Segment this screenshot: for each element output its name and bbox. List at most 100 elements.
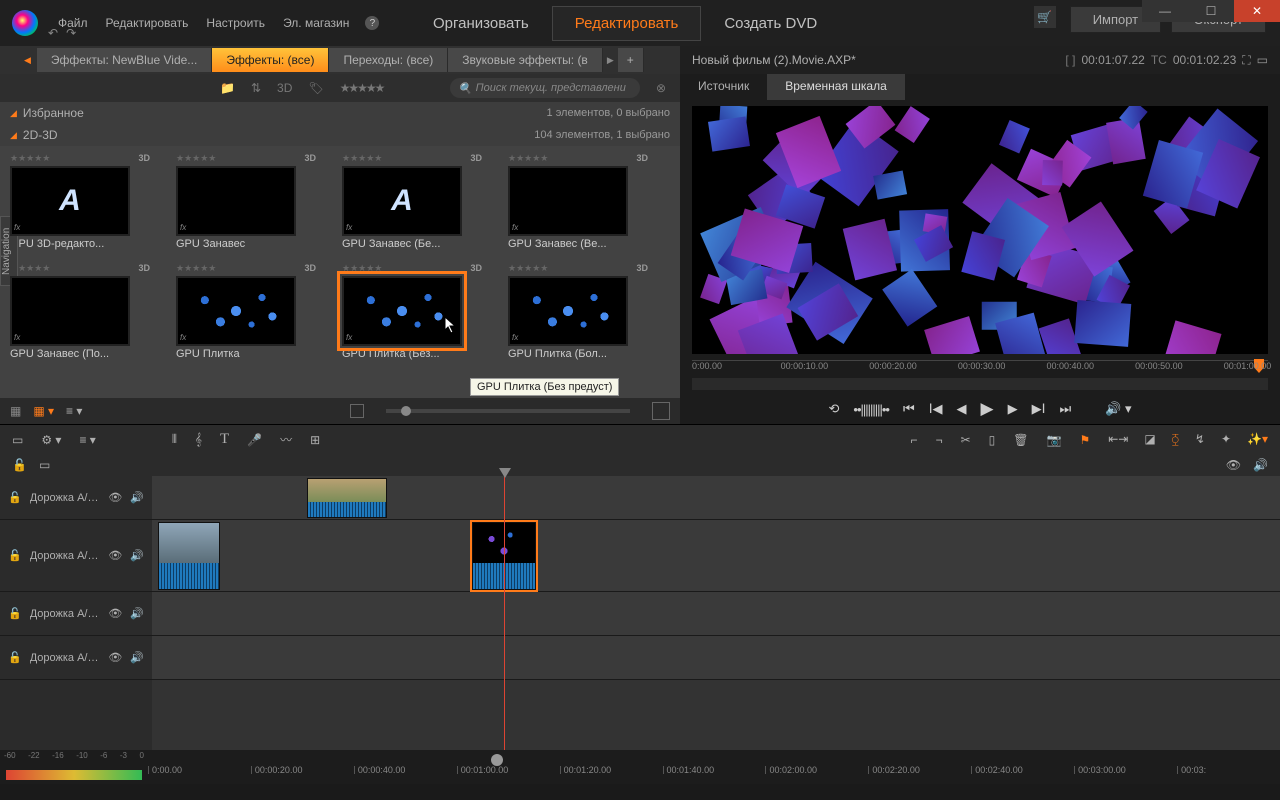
tab-nav-left[interactable]: ◀ <box>24 55 31 66</box>
prev-frame-icon[interactable]: Ⅰ◀ <box>929 401 943 417</box>
lib-tab-sfx[interactable]: Звуковые эффекты: (в <box>448 48 603 72</box>
lock-icon[interactable]: 🔓 <box>8 607 22 620</box>
eye-all-icon[interactable]: 👁 <box>1226 458 1241 472</box>
magnet-icon[interactable]: ⧲ <box>1172 432 1179 447</box>
fullscreen-icon[interactable]: ▭ <box>1257 53 1268 67</box>
preview-ruler[interactable]: 0:00.0000:00:10.0000:00:20.0000:00:30.00… <box>692 360 1268 378</box>
3d-toggle-icon[interactable]: 3D <box>277 81 292 95</box>
tab-nav-right[interactable]: ▶ <box>607 55 614 66</box>
play-icon[interactable]: ▶ <box>981 399 994 419</box>
lock-icon[interactable]: 🔓 <box>8 651 22 664</box>
preview-tab-source[interactable]: Источник <box>680 74 767 100</box>
timeline-ruler[interactable]: 0:00.0000:00:20.0000:00:40.0000:01:00.00… <box>148 750 1280 784</box>
mode-organize[interactable]: Организовать <box>410 6 552 41</box>
next-frame-icon[interactable]: ▶Ⅰ <box>1032 401 1046 417</box>
goto-start-icon[interactable]: ⏮ <box>903 401 915 417</box>
window-close[interactable]: ✕ <box>1234 0 1280 22</box>
eye-icon[interactable]: 👁 <box>108 607 122 620</box>
tl-settings-icon[interactable]: ⚙ ▾ <box>41 433 61 447</box>
slip-icon[interactable]: ◪ <box>1144 432 1155 447</box>
help-icon[interactable]: ? <box>365 16 379 30</box>
effect-thumb[interactable]: ★★★★★3DfxGPU 3D-редакто... <box>10 152 150 250</box>
timeline-track-area[interactable] <box>152 476 1280 750</box>
score-icon[interactable]: 𝄞 <box>195 432 202 447</box>
goto-end-icon[interactable]: ⏭ <box>1059 401 1071 417</box>
track-header-4[interactable]: 🔓 Дорожка A/V ... 👁 🔊 <box>0 636 152 680</box>
clip-track1[interactable] <box>307 478 387 518</box>
track-header-2[interactable]: 🔓 Дорожка A/V ... 👁 🔊 <box>0 520 152 592</box>
mode-edit[interactable]: Редактировать <box>552 6 702 41</box>
delete-icon[interactable]: 🗑 <box>1013 433 1028 447</box>
speaker-icon[interactable]: 🔊 <box>130 607 144 620</box>
effect-thumb[interactable]: ★★★★★3DfxGPU Занавес (По... <box>10 262 150 360</box>
shuttle-icon[interactable]: ••|||||||||•• <box>853 402 889 417</box>
link-icon[interactable]: ↯ <box>1195 432 1205 447</box>
voiceover-icon[interactable]: 🎤 <box>247 433 262 447</box>
track-header-icon[interactable]: ▭ <box>39 458 50 472</box>
lock-icon[interactable]: 🔓 <box>8 549 22 562</box>
menu-edit[interactable]: Редактировать <box>98 16 197 30</box>
window-maximize[interactable]: ☐ <box>1188 0 1234 22</box>
loop-icon[interactable]: ⟲ <box>828 401 839 417</box>
menu-store[interactable]: Эл. магазин <box>275 16 357 30</box>
timeline-playhead[interactable] <box>504 476 505 750</box>
marker-out-icon[interactable]: ¬ <box>936 433 943 447</box>
thumbnail-view-icon[interactable]: ▦ ▾ <box>33 404 54 418</box>
lib-tab-transitions[interactable]: Переходы: (все) <box>329 48 448 72</box>
tool5-icon[interactable]: ✦ <box>1221 432 1231 447</box>
rating-filter-icon[interactable]: ★★★★★ <box>340 81 384 95</box>
expand-icon[interactable]: ⛶ <box>1242 53 1250 68</box>
redo-icon[interactable]: ↷ <box>66 26 76 40</box>
trash-icon[interactable]: ▯ <box>989 433 996 447</box>
preview-viewer[interactable] <box>692 106 1268 354</box>
tag-icon[interactable]: 🏷 <box>308 81 323 95</box>
title-icon[interactable]: T <box>220 431 229 448</box>
ducking-icon[interactable]: 〰 <box>280 431 292 448</box>
effect-thumb[interactable]: ★★★★★3DfxGPU Занавес (Бе... <box>342 152 482 250</box>
trim-icon[interactable]: ⇤⇥ <box>1108 432 1128 447</box>
eye-icon[interactable]: 👁 <box>108 651 122 664</box>
razor-icon[interactable]: ✂ <box>961 433 971 447</box>
zoom-large-icon[interactable] <box>652 402 670 420</box>
effect-thumb[interactable]: ★★★★★3DfxGPU Плитка (Бол... <box>508 262 648 360</box>
storyboard-icon[interactable]: ▭ <box>12 433 23 447</box>
lib-tab-newblue[interactable]: Эффекты: NewBlue Vide... <box>37 48 212 72</box>
step-back-icon[interactable]: ◀ <box>957 401 967 417</box>
list-view-icon[interactable]: ≡ ▾ <box>66 404 82 418</box>
timecode-duration[interactable]: 00:01:02.23 <box>1173 53 1236 67</box>
multicam-icon[interactable]: ⊞ <box>310 433 320 447</box>
tl-view-icon[interactable]: ≡ ▾ <box>79 433 95 447</box>
mixer-icon[interactable]: ⫴ <box>172 432 177 447</box>
speaker-icon[interactable]: 🔊 <box>130 549 144 562</box>
preview-scrubber[interactable] <box>692 378 1268 390</box>
lib-tab-add[interactable]: + <box>618 48 644 72</box>
cart-icon[interactable]: 🛒 <box>1034 6 1056 28</box>
effect-thumb[interactable]: ★★★★★3DfxGPU Занавес <box>176 152 316 250</box>
zoom-slider[interactable] <box>386 409 630 413</box>
speaker-all-icon[interactable]: 🔊 <box>1253 458 1268 472</box>
effect-thumb[interactable]: ★★★★★3DfxGPU Плитка <box>176 262 316 360</box>
preview-tab-timeline[interactable]: Временная шкала <box>767 74 905 100</box>
section-2d3d[interactable]: ◢2D-3D 104 элементов, 1 выбрано <box>0 124 680 146</box>
track-lock-all-icon[interactable]: 🔓 <box>12 458 27 472</box>
eye-icon[interactable]: 👁 <box>108 491 122 504</box>
mode-dvd[interactable]: Создать DVD <box>701 6 840 41</box>
step-fwd-icon[interactable]: ▶ <box>1008 401 1018 417</box>
sort-icon[interactable]: ⇅ <box>251 81 261 95</box>
clip-track2-a[interactable] <box>158 522 220 590</box>
section-favorites[interactable]: ◢Избранное 1 элементов, 0 выбрано <box>0 102 680 124</box>
magic-icon[interactable]: ✨▾ <box>1247 432 1268 447</box>
undo-icon[interactable]: ↶ <box>48 26 58 40</box>
effect-thumb[interactable]: ★★★★★3DfxGPU Плитка (Без... <box>342 262 482 360</box>
effect-thumb[interactable]: ★★★★★3DfxGPU Занавес (Ве... <box>508 152 648 250</box>
menu-setup[interactable]: Настроить <box>198 16 273 30</box>
volume-icon[interactable]: 🔊 ▾ <box>1105 401 1131 417</box>
search-input[interactable]: 🔍 Поиск текущ. представлени <box>450 78 640 98</box>
lib-tab-all-effects[interactable]: Эффекты: (все) <box>212 48 329 72</box>
timecode-position[interactable]: 00:01:07.22 <box>1081 53 1144 67</box>
folder-icon[interactable]: 📁 <box>220 81 235 95</box>
lock-icon[interactable]: 🔓 <box>8 491 22 504</box>
clear-search-icon[interactable]: ⊗ <box>656 81 666 95</box>
speaker-icon[interactable]: 🔊 <box>130 651 144 664</box>
speaker-icon[interactable]: 🔊 <box>130 491 144 504</box>
